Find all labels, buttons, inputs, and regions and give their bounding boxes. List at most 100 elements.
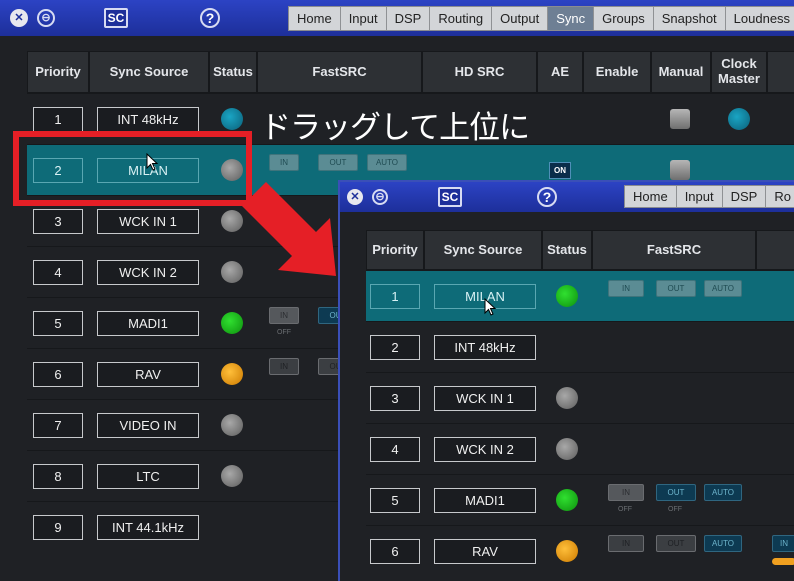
- priority-cell: 5: [370, 488, 420, 513]
- minimize-icon[interactable]: ⊖: [372, 189, 388, 205]
- fastsrc-in-button[interactable]: IN: [608, 280, 644, 297]
- header-clock-master: Clock Master: [711, 51, 767, 93]
- table-row[interactable]: 3 WCK IN 1: [366, 372, 794, 423]
- fastsrc-off-label: OFF: [618, 506, 632, 513]
- fastsrc-out-button[interactable]: OUT: [656, 484, 696, 501]
- fastsrc-out-button[interactable]: OUT: [656, 535, 696, 552]
- priority-cell: 3: [370, 386, 420, 411]
- status-indicator: [556, 285, 578, 307]
- main-tabs: Home Input DSP Ro: [624, 185, 794, 208]
- minimize-icon[interactable]: ⊖: [37, 9, 55, 27]
- tab-home[interactable]: Home: [289, 7, 341, 30]
- tab-input[interactable]: Input: [676, 186, 723, 207]
- fastsrc-out-button[interactable]: OUT: [318, 154, 358, 171]
- status-indicator: [556, 387, 578, 409]
- fastsrc-out-button[interactable]: OUT: [656, 280, 696, 297]
- sync-source-cell[interactable]: VIDEO IN: [97, 413, 199, 438]
- ae-on-button[interactable]: ON: [549, 162, 571, 179]
- sync-source-cell[interactable]: WCK IN 2: [434, 437, 536, 462]
- help-icon[interactable]: ?: [200, 8, 220, 28]
- tab-sync[interactable]: Sync: [548, 7, 595, 30]
- title-bar: ✕ ⊖ SC ? Home Input DSP Routing Output S…: [0, 0, 794, 36]
- fastsrc-in-button[interactable]: IN: [269, 154, 299, 171]
- sync-source-cell[interactable]: MADI1: [434, 488, 536, 513]
- header-sync-source: Sync Source: [89, 51, 209, 93]
- fastsrc-auto-button[interactable]: AUTO: [704, 535, 742, 552]
- status-indicator: [221, 312, 243, 334]
- sync-source-cell[interactable]: WCK IN 1: [97, 209, 199, 234]
- fastsrc-in-button[interactable]: IN: [608, 535, 644, 552]
- sync-table: Priority Sync Source Status FastSRC 1 MI…: [366, 230, 794, 581]
- table-row[interactable]: 4 WCK IN 2: [366, 423, 794, 474]
- table-row[interactable]: 2 INT 48kHz: [366, 321, 794, 372]
- sc-logo: SC: [104, 8, 128, 28]
- clock-master-indicator[interactable]: [728, 108, 750, 130]
- tab-snapshot[interactable]: Snapshot: [653, 7, 726, 30]
- title-bar: ✕ ⊖ SC ? Home Input DSP Ro: [340, 182, 794, 212]
- tab-routing[interactable]: Routing: [430, 7, 493, 30]
- fastsrc-off-label: OFF: [668, 506, 682, 513]
- header-hd-src-partial: [756, 230, 794, 270]
- close-icon[interactable]: ✕: [347, 189, 363, 205]
- mouse-cursor-icon: [484, 298, 497, 316]
- priority-cell: 1: [33, 107, 83, 132]
- sc-logo: SC: [438, 187, 462, 207]
- priority-cell: 4: [370, 437, 420, 462]
- header-ae: AE: [537, 51, 583, 93]
- help-icon[interactable]: ?: [537, 187, 557, 207]
- fastsrc-in-button[interactable]: IN: [269, 307, 299, 324]
- table-row-selected[interactable]: 1 MILAN IN OUT AUTO: [366, 270, 794, 321]
- status-indicator: [221, 465, 243, 487]
- fastsrc-auto-button[interactable]: AUTO: [367, 154, 407, 171]
- header-sync-source: Sync Source: [424, 230, 542, 270]
- manual-button[interactable]: [670, 160, 690, 180]
- status-indicator: [221, 414, 243, 436]
- drag-arrow-icon: [242, 182, 336, 276]
- header-status: Status: [542, 230, 592, 270]
- close-icon[interactable]: ✕: [10, 9, 28, 27]
- sync-source-cell[interactable]: LTC: [97, 464, 199, 489]
- header-manual: Manual: [651, 51, 711, 93]
- priority-cell: 6: [33, 362, 83, 387]
- fastsrc-in-button[interactable]: IN: [269, 358, 299, 375]
- header-enable: Enable: [583, 51, 651, 93]
- priority-cell: 7: [33, 413, 83, 438]
- manual-button[interactable]: [670, 109, 690, 129]
- sync-source-cell[interactable]: WCK IN 2: [97, 260, 199, 285]
- sync-source-cell[interactable]: INT 48kHz: [434, 335, 536, 360]
- highlight-box: [13, 131, 252, 206]
- tab-output[interactable]: Output: [492, 7, 549, 30]
- header-status: Status: [209, 51, 257, 93]
- status-indicator: [556, 438, 578, 460]
- tab-routing[interactable]: Ro: [766, 186, 794, 207]
- tab-dsp[interactable]: DSP: [722, 186, 767, 207]
- hd-src-level-bar: [772, 558, 794, 565]
- priority-cell: 6: [370, 539, 420, 564]
- tab-dsp[interactable]: DSP: [386, 7, 431, 30]
- header-hd-src: HD SRC: [422, 51, 537, 93]
- sync-source-cell[interactable]: WCK IN 1: [434, 386, 536, 411]
- priority-cell: 8: [33, 464, 83, 489]
- sync-source-cell[interactable]: RAV: [97, 362, 199, 387]
- fastsrc-in-button[interactable]: IN: [608, 484, 644, 501]
- priority-cell: 3: [33, 209, 83, 234]
- tab-input[interactable]: Input: [340, 7, 387, 30]
- tab-home[interactable]: Home: [625, 186, 677, 207]
- table-row[interactable]: 5 MADI1 IN OUT AUTO OFF OFF: [366, 474, 794, 525]
- sync-source-cell[interactable]: RAV: [434, 539, 536, 564]
- sync-source-cell[interactable]: MADI1: [97, 311, 199, 336]
- main-tabs: Home Input DSP Routing Output Sync Group…: [288, 6, 794, 31]
- fastsrc-auto-button[interactable]: AUTO: [704, 484, 742, 501]
- sync-source-cell[interactable]: INT 48kHz: [97, 107, 199, 132]
- sync-source-cell[interactable]: INT 44.1kHz: [97, 515, 199, 540]
- priority-cell: 4: [33, 260, 83, 285]
- status-indicator: [556, 540, 578, 562]
- table-row[interactable]: 6 RAV IN OUT AUTO IN: [366, 525, 794, 581]
- tab-groups[interactable]: Groups: [594, 7, 654, 30]
- priority-cell: 5: [33, 311, 83, 336]
- header-extra: [767, 51, 794, 93]
- fastsrc-auto-button[interactable]: AUTO: [704, 280, 742, 297]
- drag-instruction-label: ドラッグして上位に: [260, 110, 530, 146]
- tab-loudness[interactable]: Loudness: [725, 7, 794, 30]
- hd-src-in-button[interactable]: IN: [772, 535, 794, 552]
